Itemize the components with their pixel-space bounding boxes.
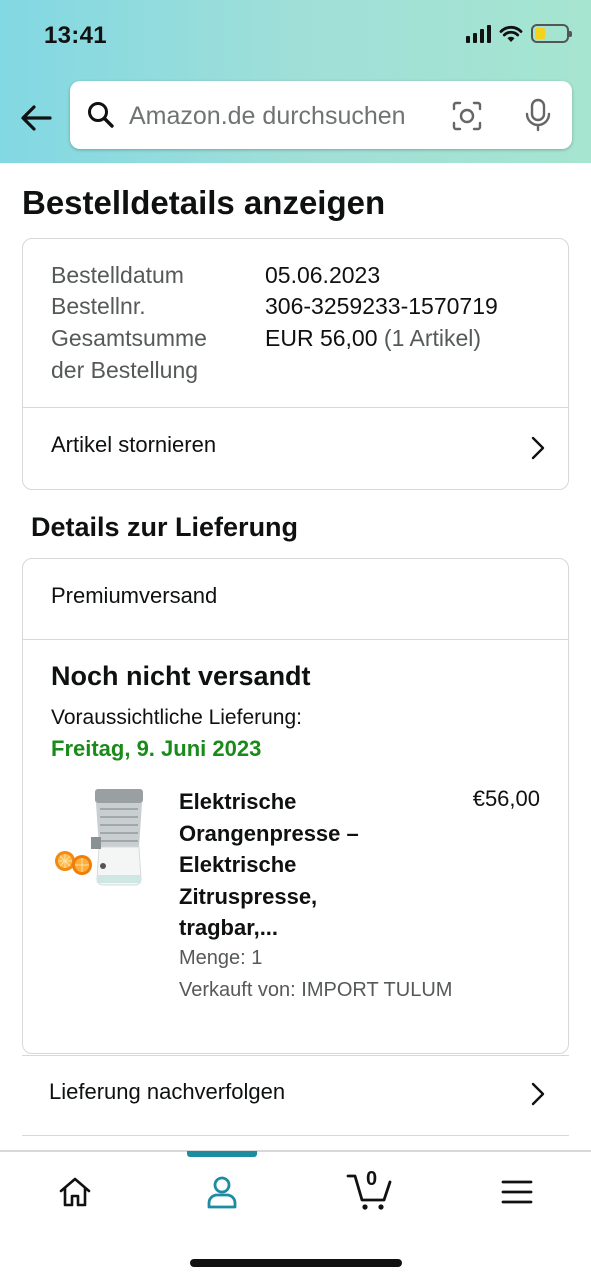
- order-date-label: Bestelldatum: [51, 262, 184, 288]
- product-title-line: tragbar,...: [179, 915, 279, 940]
- wifi-icon: [499, 25, 523, 42]
- order-number-label: Bestellnr.: [51, 293, 146, 319]
- track-delivery-row[interactable]: Lieferung nachverfolgen: [22, 1055, 569, 1136]
- order-number-value: 306-3259233-1570719: [265, 293, 498, 319]
- shipment-status: Noch nicht versandt: [51, 661, 311, 691]
- divider: [23, 639, 568, 640]
- back-arrow-icon[interactable]: [18, 100, 54, 136]
- order-date-value: 05.06.2023: [265, 262, 381, 288]
- order-total-value: EUR 56,00 (1 Artikel): [265, 323, 481, 354]
- search-icon: [88, 102, 114, 128]
- chevron-right-icon: [531, 436, 545, 460]
- active-tab-indicator: [187, 1151, 257, 1157]
- cart-button[interactable]: 0: [346, 1168, 394, 1212]
- search-placeholder: Amazon.de durchsuchen: [129, 102, 406, 130]
- product-title[interactable]: Elektrische Orangenpresse – Elektrische …: [179, 786, 409, 944]
- product-title-line: Elektrische: [179, 852, 297, 877]
- product-title-line: Elektrische: [179, 789, 297, 814]
- app-header: 13:41 Amazon.de durchsuchen: [0, 0, 591, 163]
- track-delivery-label: Lieferung nachverfolgen: [49, 1079, 286, 1104]
- home-indicator: [190, 1259, 402, 1267]
- product-title-line: Zitruspresse,: [179, 883, 318, 909]
- user-icon[interactable]: [202, 1172, 242, 1212]
- order-total-amount: EUR 56,00: [265, 325, 378, 351]
- cart-count-badge: 0: [366, 1168, 378, 1190]
- home-icon[interactable]: [55, 1172, 95, 1212]
- order-summary-card: Bestelldatum 05.06.2023 Bestellnr. 306-3…: [22, 238, 569, 490]
- cancel-items-label: Artikel stornieren: [51, 432, 217, 457]
- camera-icon[interactable]: [451, 100, 483, 132]
- status-time: 13:41: [44, 22, 107, 49]
- delivery-section-title: Details zur Lieferung: [31, 512, 299, 542]
- menu-icon[interactable]: [497, 1172, 537, 1212]
- search-input[interactable]: Amazon.de durchsuchen: [70, 81, 572, 149]
- microphone-icon[interactable]: [522, 98, 554, 132]
- shipping-method: Premiumversand: [51, 583, 218, 608]
- order-item-count: (1 Artikel): [383, 325, 482, 351]
- product-title-line: Orangenpresse –: [179, 820, 359, 846]
- status-icons: [466, 24, 572, 43]
- product-quantity: Menge: 1: [179, 947, 263, 969]
- expected-delivery-label: Voraussichtliche Lieferung:: [51, 706, 302, 729]
- product-seller: Verkauft von: IMPORT TULUM: [179, 979, 453, 1001]
- page-title: Bestelldetails anzeigen: [22, 184, 386, 221]
- battery-icon: [531, 24, 572, 43]
- order-total-label-line1: Gesamtsumme: [51, 325, 207, 351]
- product-price: €56,00: [472, 786, 540, 811]
- cancel-items-row[interactable]: Artikel stornieren: [23, 408, 568, 490]
- expected-delivery-date: Freitag, 9. Juni 2023: [51, 736, 262, 761]
- chevron-right-icon: [531, 1082, 545, 1106]
- signal-icon: [466, 24, 491, 43]
- delivery-card: Premiumversand Noch nicht versandt Vorau…: [22, 558, 569, 1054]
- product-image[interactable]: [53, 785, 147, 891]
- order-total-label-line2: der Bestellung: [51, 357, 199, 383]
